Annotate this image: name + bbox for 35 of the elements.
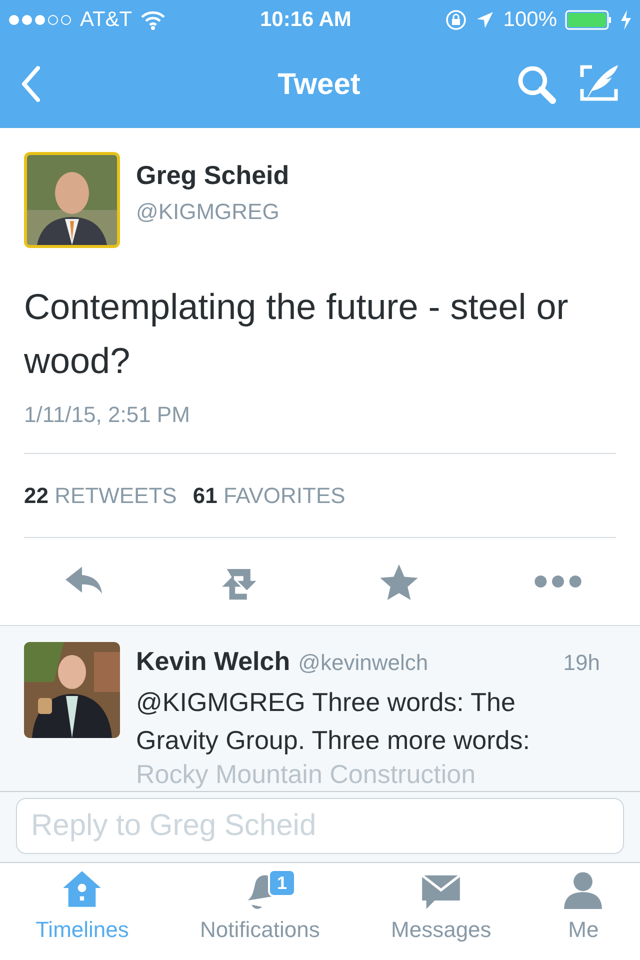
- rotation-lock-icon: [445, 9, 468, 31]
- nav-title: Tweet: [278, 68, 360, 100]
- faded-reply-text: Rocky Mountain Construction: [136, 759, 477, 789]
- compose-icon: [580, 64, 620, 104]
- carrier-name: AT&T: [80, 7, 132, 34]
- back-button[interactable]: [20, 66, 42, 102]
- reply-text: @KIGMGREG Three words: The Gravity Group. Three more words:: [136, 686, 531, 757]
- status-time: 10:16 AM: [260, 8, 352, 32]
- search-icon: [516, 64, 556, 104]
- wifi-icon: [140, 10, 166, 30]
- tab-button[interactable]: Me: [526, 863, 640, 952]
- author-handle: @KIGMGREG: [136, 198, 280, 226]
- tweet-timestamp: 1/11/15, 2:51 PM: [24, 401, 191, 429]
- reply-author-name: Kevin Welch: [136, 645, 290, 678]
- stat-text: 22 RETWEETS: [24, 482, 177, 510]
- reply-author-handle: @kevinwelch: [298, 649, 430, 677]
- notification-count: 1: [268, 869, 296, 897]
- tab-button[interactable]: Notifications 1: [164, 863, 356, 952]
- more-icon: [534, 574, 582, 588]
- battery-percent: 100%: [503, 7, 558, 34]
- compose-button[interactable]: [580, 64, 620, 104]
- battery-icon: [565, 10, 612, 30]
- tab-button[interactable]: Timelines: [0, 863, 164, 952]
- tweet-text: Contemplating the future - steel or wood?: [24, 285, 570, 383]
- tab-button[interactable]: Messages: [355, 863, 527, 952]
- charging-icon: [620, 10, 632, 30]
- stat-text: 61 FAVORITES: [192, 482, 346, 510]
- reply-time: 19h: [563, 649, 600, 677]
- home-icon: [61, 869, 104, 909]
- location-arrow-icon: [475, 10, 496, 30]
- person-icon: [562, 869, 604, 909]
- back-icon: [20, 66, 42, 102]
- author-name: Greg Scheid: [136, 159, 290, 192]
- signal-icon: [8, 12, 72, 28]
- search-button[interactable]: [516, 64, 556, 104]
